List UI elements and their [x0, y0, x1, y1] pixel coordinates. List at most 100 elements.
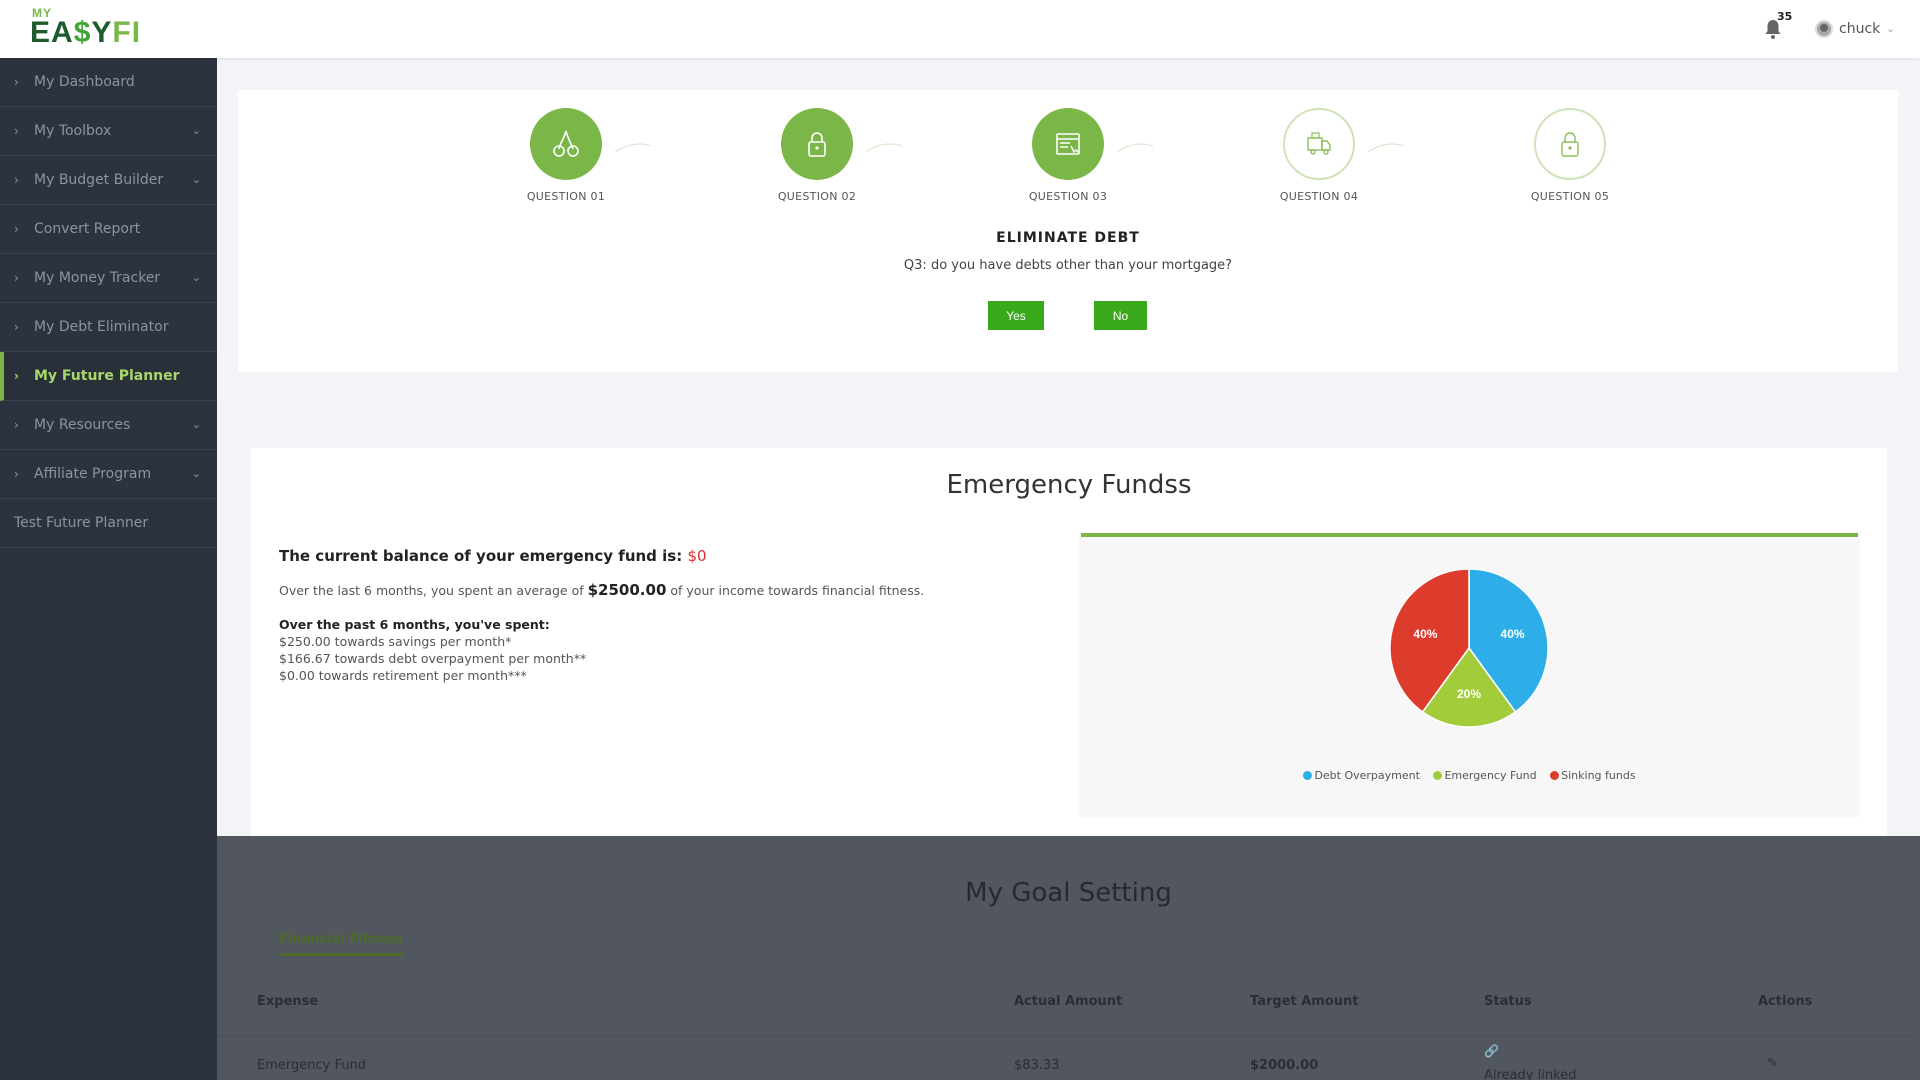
average-suffix: of your income towards financial fitness… — [670, 583, 925, 598]
legend-item-debt-overpayment[interactable]: Debt Overpayment — [1303, 769, 1420, 782]
cell-status: Already linked — [1484, 1068, 1577, 1080]
sidebar-item-label: Convert Report — [34, 221, 141, 237]
sidebar-item-label: My Dashboard — [34, 74, 135, 90]
spent-line-savings: $250.00 towards savings per month* — [279, 634, 512, 649]
balance-value: $0 — [687, 547, 707, 565]
step-question-02[interactable]: QUESTION 02 — [762, 108, 872, 203]
truck-icon — [1283, 108, 1355, 180]
sidebar-item-test-future-planner[interactable]: Test Future Planner — [0, 499, 217, 548]
no-button[interactable]: No — [1094, 301, 1147, 330]
step-label: QUESTION 03 — [1028, 190, 1108, 203]
step-question-01[interactable]: QUESTION 01 — [511, 108, 621, 203]
spent-line-retirement: $0.00 towards retirement per month*** — [279, 668, 527, 683]
sidebar-item-label: My Money Tracker — [34, 270, 161, 286]
legend-swatch — [1433, 771, 1443, 780]
chevron-down-icon: ⌄ — [191, 173, 201, 186]
average-value: $2500.00 — [587, 581, 667, 599]
store-icon — [1032, 108, 1104, 180]
sidebar-item-dashboard[interactable]: › My Dashboard — [0, 58, 217, 107]
balance-statement: The current balance of your emergency fu… — [279, 547, 707, 565]
question-title: ELIMINATE DEBT — [996, 230, 1140, 246]
column-header-actual-amount: Actual Amount — [1014, 994, 1123, 1009]
chevron-down-icon: ⌄ — [191, 271, 201, 284]
step-label: QUESTION 04 — [1279, 190, 1359, 203]
avatar — [1815, 20, 1833, 38]
average-statement: Over the last 6 months, you spent an ave… — [279, 581, 924, 599]
sidebar-item-debt-eliminator[interactable]: › My Debt Eliminator — [0, 303, 217, 352]
column-header-status: Status — [1484, 994, 1532, 1009]
table-row: Emergency Fund $83.33 $2000.00 🔗 Already… — [257, 1044, 1897, 1080]
pie-data-label: 40% — [1501, 627, 1525, 641]
sidebar-item-money-tracker[interactable]: › My Money Tracker ⌄ — [0, 254, 217, 303]
step-connector — [614, 143, 652, 153]
sidebar-item-label: Affiliate Program — [34, 466, 152, 482]
logo-wordmark: EA$YFI — [30, 16, 142, 49]
question-stepper-card: QUESTION 01 QUESTION 02 QUESTION 03 QUES… — [238, 90, 1898, 372]
yes-button[interactable]: Yes — [988, 301, 1044, 330]
question-text: Q3: do you have debts other than your mo… — [903, 258, 1233, 273]
user-menu[interactable]: chuck ⌄ — [1815, 18, 1895, 40]
allocation-pie-chart: 40% 20% 40% Debt Overpayment Emergency Fun… — [1081, 533, 1858, 815]
column-header-expense: Expense — [257, 994, 319, 1009]
chevron-right-icon: › — [14, 271, 19, 285]
emergency-funds-title: Emergency Fundss — [946, 470, 1192, 500]
legend-item-emergency-fund[interactable]: Emergency Fund — [1433, 769, 1537, 782]
chevron-right-icon: › — [14, 418, 19, 432]
sidebar-item-toolbox[interactable]: › My Toolbox ⌄ — [0, 107, 217, 156]
legend-label: Sinking funds — [1561, 769, 1636, 782]
sidebar-item-label: Test Future Planner — [14, 515, 149, 531]
step-label: QUESTION 01 — [526, 190, 606, 203]
cell-actual-amount: $83.33 — [1014, 1058, 1060, 1073]
column-header-target-amount: Target Amount — [1250, 994, 1359, 1009]
emergency-funds-card: Emergency Fundss The current balance of … — [251, 448, 1887, 836]
chevron-right-icon: › — [14, 222, 19, 236]
pie-data-label: 40% — [1413, 627, 1437, 641]
lock-icon — [1534, 108, 1606, 180]
step-label: QUESTION 02 — [777, 190, 857, 203]
legend-label: Debt Overpayment — [1314, 769, 1420, 782]
link-icon: 🔗 — [1484, 1044, 1499, 1058]
cell-target-amount: $2000.00 — [1250, 1058, 1319, 1073]
chevron-down-icon: ⌄ — [191, 467, 201, 480]
spent-line-debt: $166.67 towards debt overpayment per mon… — [279, 651, 587, 666]
user-name: chuck — [1839, 21, 1881, 37]
spent-summary: Over the past 6 months, you've spent: $2… — [279, 616, 586, 684]
step-connector — [865, 143, 903, 153]
chart-legend: Debt Overpayment Emergency Fund Sinking … — [1081, 769, 1858, 783]
step-connector — [1116, 143, 1154, 153]
spent-heading: Over the past 6 months, you've spent: — [279, 617, 550, 632]
chevron-down-icon: ⌄ — [191, 124, 201, 137]
sidebar-item-label: My Debt Eliminator — [34, 319, 169, 335]
step-question-04[interactable]: QUESTION 04 — [1264, 108, 1374, 203]
goals-table-header: Expense Actual Amount Target Amount Stat… — [217, 994, 1917, 1036]
edit-icon[interactable]: ✎ — [1767, 1056, 1778, 1071]
chevron-right-icon: › — [14, 467, 19, 481]
goal-setting-section: My Goal Setting Financial Fitness Expens… — [217, 836, 1920, 1080]
chevron-right-icon: › — [14, 124, 19, 138]
sidebar-item-label: My Toolbox — [34, 123, 112, 139]
app-logo[interactable]: MY EA$YFI — [30, 6, 152, 52]
step-question-05[interactable]: QUESTION 05 — [1515, 108, 1625, 203]
chevron-right-icon: › — [14, 369, 19, 383]
top-bar: MY EA$YFI 35 chuck ⌄ — [0, 0, 1920, 58]
sidebar-item-future-planner[interactable]: › My Future Planner — [0, 352, 217, 401]
cell-expense: Emergency Fund — [257, 1058, 366, 1073]
average-prefix: Over the last 6 months, you spent an ave… — [279, 583, 584, 598]
lock-icon — [781, 108, 853, 180]
legend-item-sinking-funds[interactable]: Sinking funds — [1550, 769, 1636, 782]
sidebar: › My Dashboard › My Toolbox ⌄ › My Budget Bu… — [0, 58, 217, 1080]
step-question-03[interactable]: QUESTION 03 — [1013, 108, 1123, 203]
step-label: QUESTION 05 — [1530, 190, 1610, 203]
sidebar-item-affiliate-program[interactable]: › Affiliate Program ⌄ — [0, 450, 217, 499]
sidebar-item-label: My Future Planner — [34, 368, 180, 384]
sidebar-item-budget-builder[interactable]: › My Budget Builder ⌄ — [0, 156, 217, 205]
column-header-actions: Actions — [1758, 994, 1813, 1009]
tab-financial-fitness[interactable]: Financial Fitness — [279, 932, 403, 956]
pie-data-label: 20% — [1457, 687, 1481, 701]
sidebar-item-resources[interactable]: › My Resources ⌄ — [0, 401, 217, 450]
balance-label: The current balance of your emergency fu… — [279, 547, 683, 565]
chevron-right-icon: › — [14, 75, 19, 89]
cherries-icon — [530, 108, 602, 180]
sidebar-item-label: My Budget Builder — [34, 172, 164, 188]
sidebar-item-convert-report[interactable]: › Convert Report — [0, 205, 217, 254]
